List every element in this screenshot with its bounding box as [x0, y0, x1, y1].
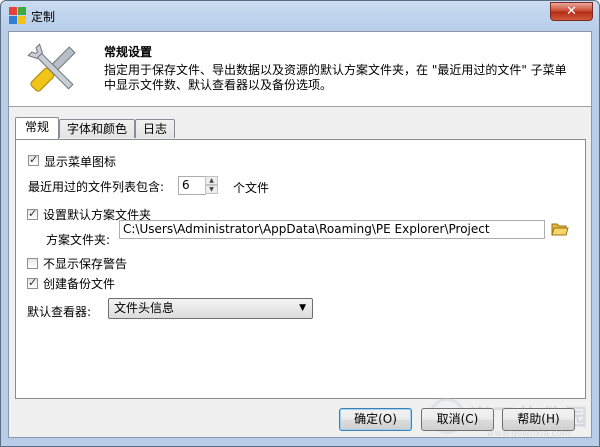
dialog-body: 常规设置 指定用于保存文件、导出数据以及资源的默认方案文件夹，在 "最近用过的文… — [8, 31, 592, 439]
check-icon: ✓ — [28, 276, 38, 289]
recent-files-count-input[interactable]: 6 — [178, 176, 206, 195]
folder-open-icon[interactable] — [551, 221, 569, 237]
ok-button[interactable]: 确定(O) — [339, 408, 412, 431]
create-backup-label: 创建备份文件 — [43, 277, 116, 291]
header-banner: 常规设置 指定用于保存文件、导出数据以及资源的默认方案文件夹，在 "最近用过的文… — [9, 32, 591, 107]
default-viewer-select[interactable]: 文件头信息 ▼ — [108, 298, 313, 319]
project-folder-label: 方案文件夹: — [46, 233, 111, 247]
set-default-folder-checkbox[interactable]: ✓ — [27, 207, 38, 220]
project-folder-input[interactable]: C:\Users\Administrator\AppData\Roaming\P… — [119, 220, 545, 239]
window-title: 定制 — [31, 10, 56, 24]
tab-fonts-colors[interactable]: 字体和颜色 — [59, 119, 135, 138]
show-menu-icons-checkbox[interactable]: ✓ — [28, 153, 39, 166]
header-description: 指定用于保存文件、导出数据以及资源的默认方案文件夹，在 "最近用过的文件" 子菜… — [104, 63, 567, 92]
spin-up-icon[interactable]: ▲ — [205, 176, 218, 185]
help-button[interactable]: 帮助(H) — [502, 408, 575, 431]
customize-dialog: 定制 ✕ 常规设置 指定用于保存文件、导出数据以及资源的默认方案文件夹，在 "最… — [0, 0, 600, 447]
default-viewer-value: 文件头信息 — [114, 301, 175, 315]
no-save-warning-checkbox[interactable] — [27, 258, 38, 269]
default-viewer-label: 默认查看器: — [27, 305, 92, 319]
dropdown-arrow-icon: ▼ — [299, 303, 306, 313]
spin-down-icon[interactable]: ▼ — [205, 185, 218, 194]
check-icon: ✓ — [29, 153, 39, 166]
header-title: 常规设置 — [104, 45, 153, 59]
close-button[interactable]: ✕ — [550, 2, 593, 21]
check-icon: ✓ — [28, 207, 38, 220]
app-icon — [9, 7, 26, 24]
recent-files-suffix: 个文件 — [233, 181, 270, 195]
tab-log[interactable]: 日志 — [135, 119, 175, 138]
create-backup-checkbox[interactable]: ✓ — [27, 276, 38, 289]
title-bar[interactable]: 定制 ✕ — [1, 1, 599, 31]
recent-files-label: 最近用过的文件列表包含: — [28, 180, 165, 194]
wrench-screwdriver-icon — [27, 43, 76, 92]
cancel-button[interactable]: 取消(C) — [421, 408, 494, 431]
recent-files-stepper[interactable]: ▲ ▼ — [205, 176, 218, 195]
no-save-warning-label: 不显示保存警告 — [43, 257, 128, 271]
tab-general[interactable]: 常规 — [15, 117, 59, 139]
show-menu-icons-label: 显示菜单图标 — [44, 155, 117, 169]
